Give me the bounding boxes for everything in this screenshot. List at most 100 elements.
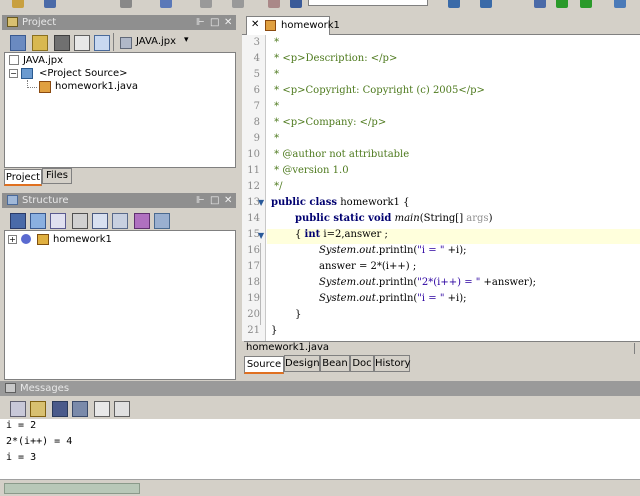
filter-icon[interactable] (30, 213, 46, 229)
close-tab-icon[interactable]: ✕ (251, 19, 259, 30)
code-line-15: { int i=2,answer ; (295, 229, 388, 240)
editor-tab-homework1[interactable]: ✕ homework1 (246, 16, 340, 35)
nav-icon[interactable] (448, 0, 460, 8)
line-number: 8 (253, 117, 260, 128)
code-line-17: answer = 2*(i++) ; (319, 261, 417, 272)
code-text: { (295, 229, 305, 240)
fold-block-icon[interactable]: ▼ (258, 231, 264, 240)
refresh-icon[interactable] (74, 35, 90, 51)
line-number: 17 (247, 261, 260, 272)
close-icon[interactable]: ✕ (224, 15, 232, 30)
open-folder-icon[interactable] (32, 35, 48, 51)
status-divider (634, 343, 635, 354)
line-number: 11 (247, 165, 260, 176)
folder-icon (7, 17, 18, 27)
maximize-icon[interactable]: □ (210, 193, 219, 208)
field-name: out (359, 293, 376, 304)
clear-icon[interactable] (30, 401, 46, 417)
tab-project[interactable]: Project (4, 169, 42, 186)
collapse-icon[interactable]: − (9, 69, 18, 78)
fold-line (260, 243, 261, 325)
save-icon[interactable] (44, 0, 56, 8)
line-number: 9 (253, 133, 260, 144)
redo-icon[interactable] (232, 0, 244, 8)
tab-bean[interactable]: Bean (320, 355, 350, 372)
code-line-14: public static void main(String[] args) (295, 213, 492, 224)
fold-class-icon[interactable]: ▼ (258, 198, 264, 207)
code-text: i=2,answer ; (320, 229, 388, 240)
output-line: i = 3 (6, 452, 37, 463)
structure-panel-title: Structure (22, 195, 69, 206)
debug-icon[interactable] (534, 0, 546, 8)
search-icon[interactable] (290, 0, 302, 8)
line-number: 4 (253, 53, 260, 64)
find-icon[interactable] (52, 401, 68, 417)
project-toolbar: JAVA.jpx ▾ (2, 30, 236, 52)
tree-class-homework1[interactable]: homework1 (53, 234, 112, 245)
members-icon[interactable] (154, 213, 170, 229)
structure-icon (7, 195, 18, 205)
line-number: 6 (253, 85, 260, 96)
code-editor[interactable]: 3 4 5 6 7 8 9 10 11 12 13 14 15 16 17 18 19 20 21 * * <p>D… (242, 35, 640, 341)
tab-design[interactable]: Design (284, 355, 320, 372)
code-text: ) (488, 213, 493, 224)
tab-doc[interactable]: Doc (350, 355, 374, 372)
code-line-20: } (295, 309, 302, 320)
pin-icon[interactable]: ⊩ (196, 15, 205, 30)
editor-status-bar: homework1.java (244, 341, 640, 354)
hierarchy-icon[interactable] (112, 213, 128, 229)
home-icon[interactable] (480, 0, 492, 8)
comment-line: * (271, 69, 280, 80)
cut-icon[interactable] (120, 0, 132, 8)
project-selector[interactable]: JAVA.jpx (136, 36, 176, 47)
expand-icon[interactable]: + (8, 235, 17, 244)
keyword: public static void (295, 213, 392, 224)
build-icon[interactable] (160, 0, 172, 8)
find-icon[interactable] (268, 0, 280, 8)
find-next-icon[interactable] (72, 401, 88, 417)
jpx-icon (120, 37, 132, 49)
tree-root-jpx[interactable]: JAVA.jpx (23, 55, 63, 66)
structure-toolbar (2, 208, 236, 230)
alpha-sort-icon[interactable] (72, 213, 88, 229)
tab-history[interactable]: History (374, 355, 411, 372)
code-text: .println( (375, 245, 418, 256)
tab-files[interactable]: Files (42, 168, 72, 184)
maximize-icon[interactable]: □ (210, 15, 219, 30)
code-text: .println( (375, 277, 418, 288)
add-file-icon[interactable] (10, 35, 26, 51)
messages-scrollbar[interactable] (0, 479, 640, 496)
sort-icon[interactable] (10, 213, 26, 229)
code-line-21: } (271, 325, 278, 336)
undo-icon[interactable] (200, 0, 212, 8)
close-icon[interactable]: ✕ (224, 193, 232, 208)
comment-line: */ (271, 181, 283, 192)
pin-icon[interactable]: ⊩ (196, 193, 205, 208)
line-number: 20 (247, 309, 260, 320)
run-icon[interactable] (556, 0, 568, 8)
show-fields-icon[interactable] (50, 213, 66, 229)
structure-panel-header: Structure ⊩ □ ✕ (2, 193, 236, 208)
code-line-19: System.out.println("i = " +i); (319, 293, 466, 304)
chevron-down-icon[interactable]: ▾ (184, 35, 189, 45)
properties-icon[interactable] (94, 35, 110, 51)
close-project-icon[interactable] (54, 35, 70, 51)
tab-source[interactable]: Source (244, 356, 284, 374)
help-icon[interactable] (614, 0, 626, 8)
tree-homework1-java[interactable]: homework1.java (55, 81, 138, 92)
run-arrow-icon[interactable] (580, 0, 592, 8)
messages-output[interactable]: i = 2 2*(i++) = 4 i = 3 (0, 419, 640, 479)
comment-line: * (271, 101, 280, 112)
show-methods-icon[interactable] (92, 213, 108, 229)
comment-line: * @version 1.0 (271, 165, 349, 176)
comment-line: * @author not attributable (271, 149, 410, 160)
export-icon[interactable] (114, 401, 130, 417)
tree-project-source[interactable]: <Project Source> (39, 68, 128, 79)
copy-icon[interactable] (10, 401, 26, 417)
scrollbar-thumb[interactable] (4, 483, 140, 494)
search-combo[interactable] (308, 0, 428, 6)
line-number: 3 (253, 37, 260, 48)
wrap-icon[interactable] (94, 401, 110, 417)
wand-icon[interactable] (134, 213, 150, 229)
open-icon[interactable] (12, 0, 24, 8)
